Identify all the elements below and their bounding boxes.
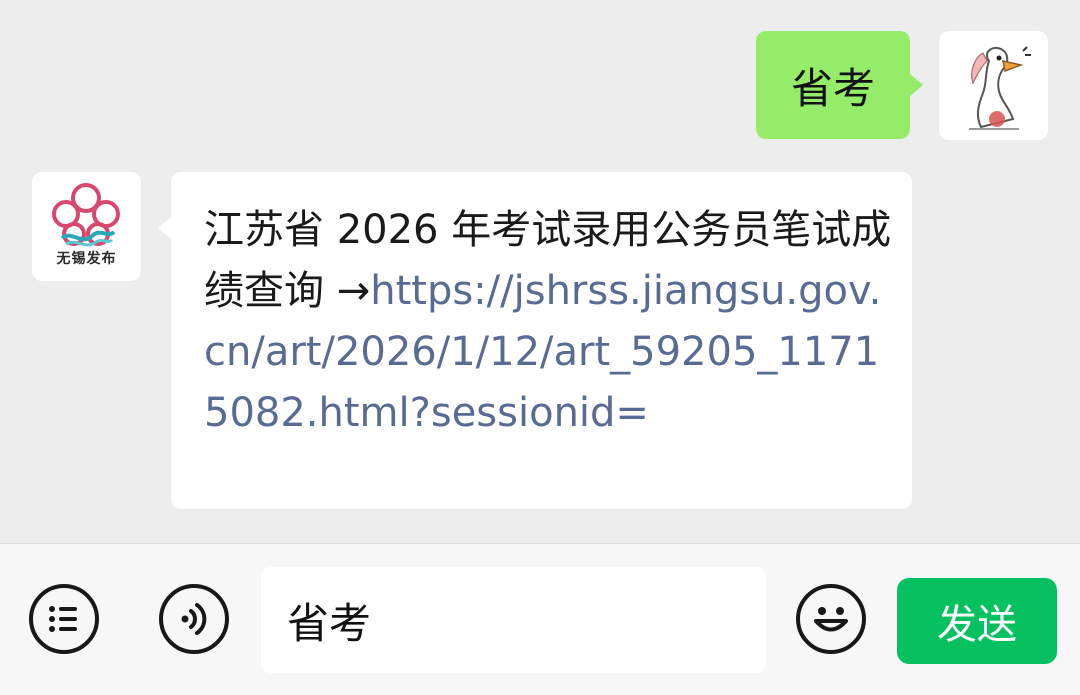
voice-icon (181, 603, 207, 635)
emoji-icon (814, 607, 848, 632)
goose-sticker-icon (969, 46, 1031, 130)
outgoing-message-text: 省考 (790, 63, 875, 113)
avatar-logo-label: 无锡发布 (56, 251, 117, 267)
wuxi-fabu-avatar[interactable]: 无锡发布 (32, 172, 141, 281)
message-input-field[interactable]: 省考 (261, 567, 766, 673)
my-avatar[interactable] (939, 31, 1048, 140)
message-input-value: 省考 (287, 598, 372, 648)
send-button[interactable]: 发送 (897, 578, 1057, 664)
chat-input-bar: 省考 发送 (0, 543, 1080, 695)
list-menu-icon (49, 606, 77, 632)
emoji-button[interactable] (796, 584, 866, 654)
menu-button[interactable] (29, 584, 99, 654)
voice-input-button[interactable] (159, 584, 229, 654)
outgoing-message-bubble[interactable]: 省考 (756, 31, 923, 139)
chat-message-area[interactable]: 省考 无锡发布 江苏省 2026 年考试录用公务员笔试成绩查询 →https:/… (0, 0, 1080, 543)
incoming-message-bubble[interactable]: 江苏省 2026 年考试录用公务员笔试成绩查询 →https://jshrss.… (158, 172, 912, 509)
